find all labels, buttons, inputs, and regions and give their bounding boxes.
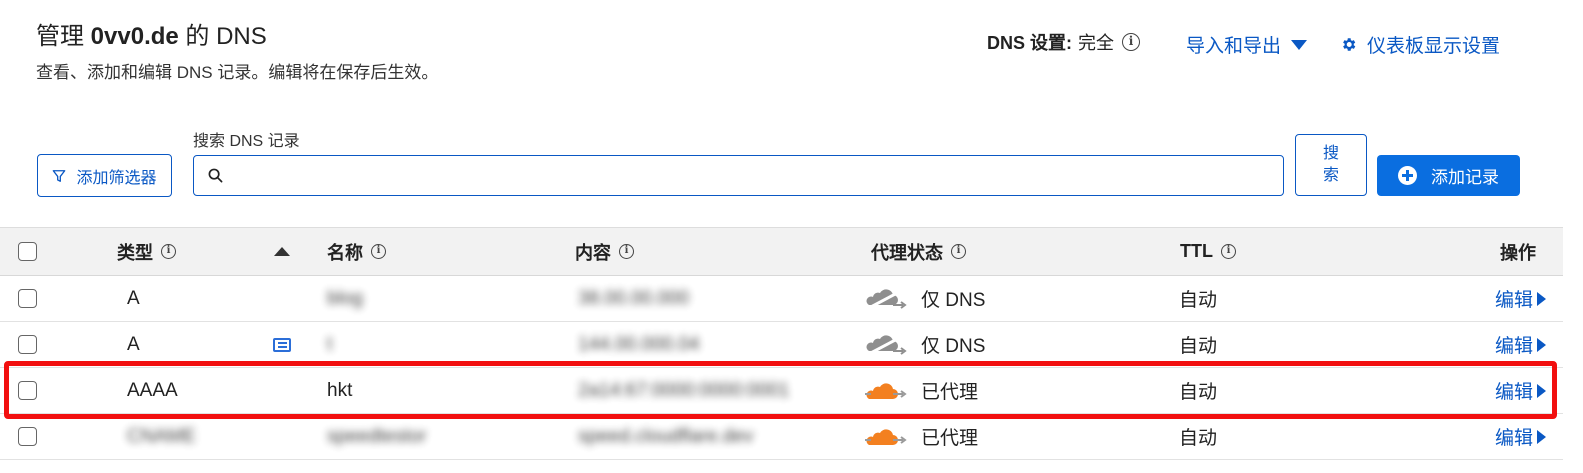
plus-circle-icon bbox=[1398, 166, 1417, 185]
proxy-status[interactable]: 仅 DNS bbox=[865, 322, 985, 367]
select-all-checkbox[interactable] bbox=[18, 242, 37, 261]
domain-name: 0vv0.de bbox=[90, 23, 179, 50]
column-content[interactable]: 内容 i bbox=[575, 228, 634, 275]
edit-button[interactable]: 编辑 bbox=[1495, 368, 1547, 413]
page-title: 管理 0vv0.de 的 DNS bbox=[36, 16, 267, 51]
proxied-cloud-icon bbox=[865, 428, 907, 445]
edit-label: 编辑 bbox=[1495, 382, 1534, 403]
proxy-status-label: 已代理 bbox=[921, 428, 979, 449]
caret-right-icon bbox=[1537, 429, 1547, 444]
proxy-status-label: 仅 DNS bbox=[921, 336, 986, 357]
add-filter-label: 添加筛选器 bbox=[76, 169, 157, 187]
info-icon[interactable]: i bbox=[161, 244, 176, 259]
search-button-label: 搜索 bbox=[1322, 145, 1339, 184]
record-name: hkt bbox=[327, 379, 353, 401]
row-checkbox[interactable] bbox=[18, 381, 37, 400]
import-export-menu[interactable]: 导入和导出 bbox=[1186, 31, 1308, 58]
column-actions: 操作 bbox=[1500, 228, 1536, 275]
info-icon[interactable]: i bbox=[619, 244, 634, 259]
column-name-label: 名称 bbox=[327, 242, 363, 263]
dns-setting-label: DNS 设置: bbox=[987, 33, 1072, 53]
row-checkbox[interactable] bbox=[18, 335, 37, 354]
add-filter-button[interactable]: 添加筛选器 bbox=[37, 154, 172, 197]
dns-only-cloud-icon bbox=[866, 334, 907, 356]
record-name: t bbox=[327, 333, 333, 355]
dns-only-cloud-icon bbox=[866, 288, 907, 310]
dashboard-display-settings-link[interactable]: 仪表板显示设置 bbox=[1340, 31, 1500, 58]
proxied-cloud-icon bbox=[865, 382, 907, 399]
edit-label: 编辑 bbox=[1495, 290, 1534, 311]
dashboard-settings-label: 仪表板显示设置 bbox=[1367, 36, 1501, 57]
row-checkbox[interactable] bbox=[18, 427, 37, 446]
add-record-label: 添加记录 bbox=[1431, 168, 1499, 187]
edit-button[interactable]: 编辑 bbox=[1495, 322, 1547, 367]
row-checkbox[interactable] bbox=[18, 289, 37, 308]
dns-setting: DNS 设置: 完全 i bbox=[987, 29, 1140, 55]
record-content: 144.00.000.04 bbox=[578, 333, 700, 355]
record-type: A bbox=[127, 333, 140, 355]
search-field[interactable] bbox=[193, 155, 1284, 196]
column-ttl-label: TTL bbox=[1180, 241, 1213, 261]
column-actions-label: 操作 bbox=[1500, 242, 1536, 263]
column-type[interactable]: 类型 i bbox=[117, 228, 176, 275]
gear-icon bbox=[1343, 38, 1356, 51]
page-subtitle: 查看、添加和编辑 DNS 记录。编辑将在保存后生效。 bbox=[36, 63, 439, 82]
edit-label: 编辑 bbox=[1495, 428, 1534, 449]
column-proxy-label: 代理状态 bbox=[871, 242, 943, 263]
table-row[interactable]: A t 144.00.000.04 仅 DNS 自动 编辑 bbox=[0, 322, 1563, 368]
search-button[interactable]: 搜索 bbox=[1295, 134, 1367, 196]
search-icon bbox=[208, 168, 223, 183]
column-name[interactable]: 名称 i bbox=[327, 228, 386, 275]
title-prefix: 管理 bbox=[36, 23, 84, 50]
filter-icon bbox=[53, 169, 66, 182]
proxy-status[interactable]: 仅 DNS bbox=[865, 276, 985, 321]
column-proxy-status[interactable]: 代理状态 i bbox=[871, 228, 966, 275]
info-icon[interactable]: i bbox=[951, 244, 966, 259]
sort-ascending-button[interactable] bbox=[274, 228, 290, 275]
record-ttl: 自动 bbox=[1179, 382, 1218, 403]
table-row[interactable]: CNAME speedtestor speed.cloudflare.dev 已… bbox=[0, 414, 1563, 460]
info-icon[interactable]: i bbox=[371, 244, 386, 259]
record-ttl: 自动 bbox=[1179, 336, 1218, 357]
info-icon[interactable]: i bbox=[1122, 33, 1140, 51]
title-suffix: 的 DNS bbox=[185, 23, 267, 50]
record-type: A bbox=[127, 287, 140, 309]
record-content: 2a14:67:0000:0000:0001 bbox=[578, 379, 790, 401]
table-row[interactable]: AAAA hkt 2a14:67:0000:0000:0001 已代理 自动 编… bbox=[0, 368, 1563, 414]
record-name: blog bbox=[327, 287, 363, 309]
search-label: 搜索 DNS 记录 bbox=[193, 133, 300, 150]
record-type: AAAA bbox=[127, 379, 178, 401]
record-type: CNAME bbox=[127, 425, 196, 447]
record-ttl: 自动 bbox=[1179, 428, 1218, 449]
record-content: 38.00.00.000 bbox=[578, 287, 689, 309]
proxy-status[interactable]: 已代理 bbox=[865, 368, 978, 413]
record-content: speed.cloudflare.dev bbox=[578, 425, 754, 447]
dns-records-table: 类型 i 名称 i 内容 i 代理状态 i TTL i 操作 A blog 38… bbox=[0, 227, 1563, 460]
table-row[interactable]: A blog 38.00.00.000 仅 DNS 自动 编辑 bbox=[0, 276, 1563, 322]
comment-icon[interactable] bbox=[273, 337, 291, 352]
caret-right-icon bbox=[1537, 337, 1547, 352]
column-type-label: 类型 bbox=[117, 242, 153, 263]
proxy-status-label: 已代理 bbox=[921, 382, 979, 403]
edit-button[interactable]: 编辑 bbox=[1495, 414, 1547, 459]
search-input[interactable] bbox=[231, 156, 1283, 195]
column-content-label: 内容 bbox=[575, 242, 611, 263]
edit-label: 编辑 bbox=[1495, 336, 1534, 357]
proxy-status-label: 仅 DNS bbox=[921, 290, 986, 311]
add-record-button[interactable]: 添加记录 bbox=[1377, 155, 1520, 196]
import-export-label: 导入和导出 bbox=[1186, 36, 1282, 57]
caret-right-icon bbox=[1537, 291, 1547, 306]
record-ttl: 自动 bbox=[1179, 290, 1218, 311]
caret-right-icon bbox=[1537, 383, 1547, 398]
edit-button[interactable]: 编辑 bbox=[1495, 276, 1547, 321]
record-name: speedtestor bbox=[327, 425, 427, 447]
table-header: 类型 i 名称 i 内容 i 代理状态 i TTL i 操作 bbox=[0, 227, 1563, 276]
column-ttl[interactable]: TTL i bbox=[1180, 228, 1236, 275]
caret-down-icon bbox=[1291, 39, 1308, 50]
info-icon[interactable]: i bbox=[1221, 244, 1236, 259]
sort-up-icon bbox=[274, 247, 290, 256]
proxy-status[interactable]: 已代理 bbox=[865, 414, 978, 459]
dns-setting-value: 完全 bbox=[1078, 33, 1114, 53]
